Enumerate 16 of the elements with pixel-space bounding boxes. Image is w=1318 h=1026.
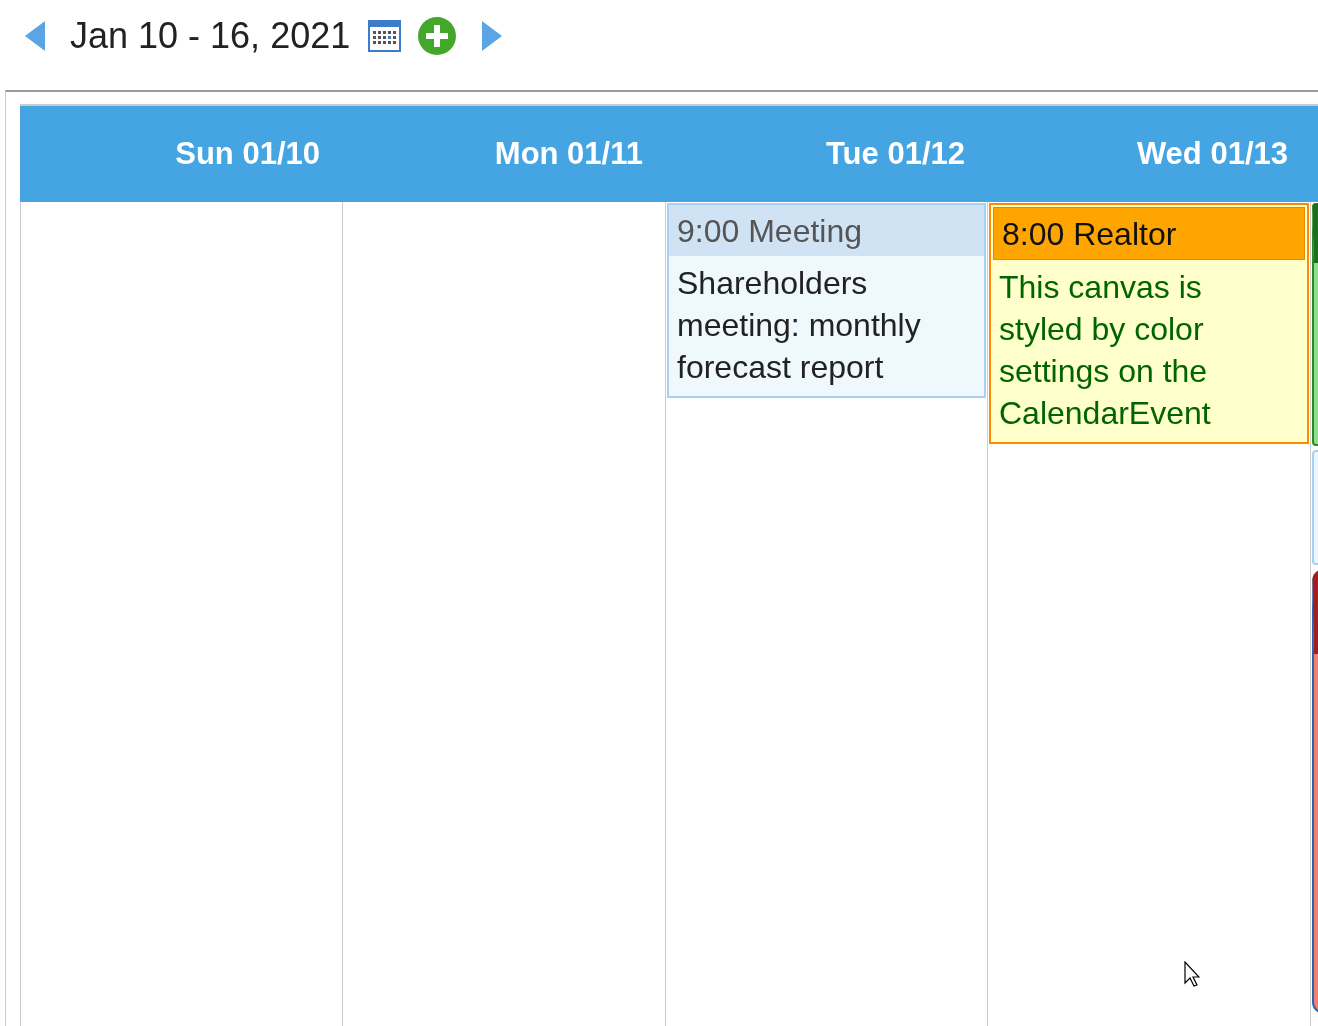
day-header: Mon 01/11 — [342, 106, 665, 202]
day-header: Tue 01/12 — [665, 106, 987, 202]
mouse-pointer-icon — [1184, 961, 1200, 987]
day-header: Wed 01/13 — [987, 106, 1310, 202]
event-description: Shareholders meeting: monthly forecast report — [676, 264, 922, 387]
event-title: 9:00 Meeting — [669, 205, 984, 256]
event-title: 8:00 Realtor — [993, 207, 1305, 260]
add-icon[interactable] — [418, 17, 457, 55]
event-description: This canvas is styled by color settings on the CalendarEvent — [998, 268, 1212, 433]
calendar-event[interactable]: 8:00 Realtor This canvas is styled by color settings on the CalendarEvent — [989, 203, 1309, 444]
calendar-event[interactable]: 9:00 Meeting Shareholders meeting: monthly forecast report — [667, 203, 986, 398]
day-header: Sun 01/10 — [20, 106, 342, 202]
previous-arrow-icon[interactable] — [25, 21, 45, 51]
calendar-icon[interactable] — [368, 20, 402, 52]
date-range-title: Jan 10 - 16, 2021 — [70, 15, 351, 57]
next-arrow-icon[interactable] — [482, 21, 503, 51]
